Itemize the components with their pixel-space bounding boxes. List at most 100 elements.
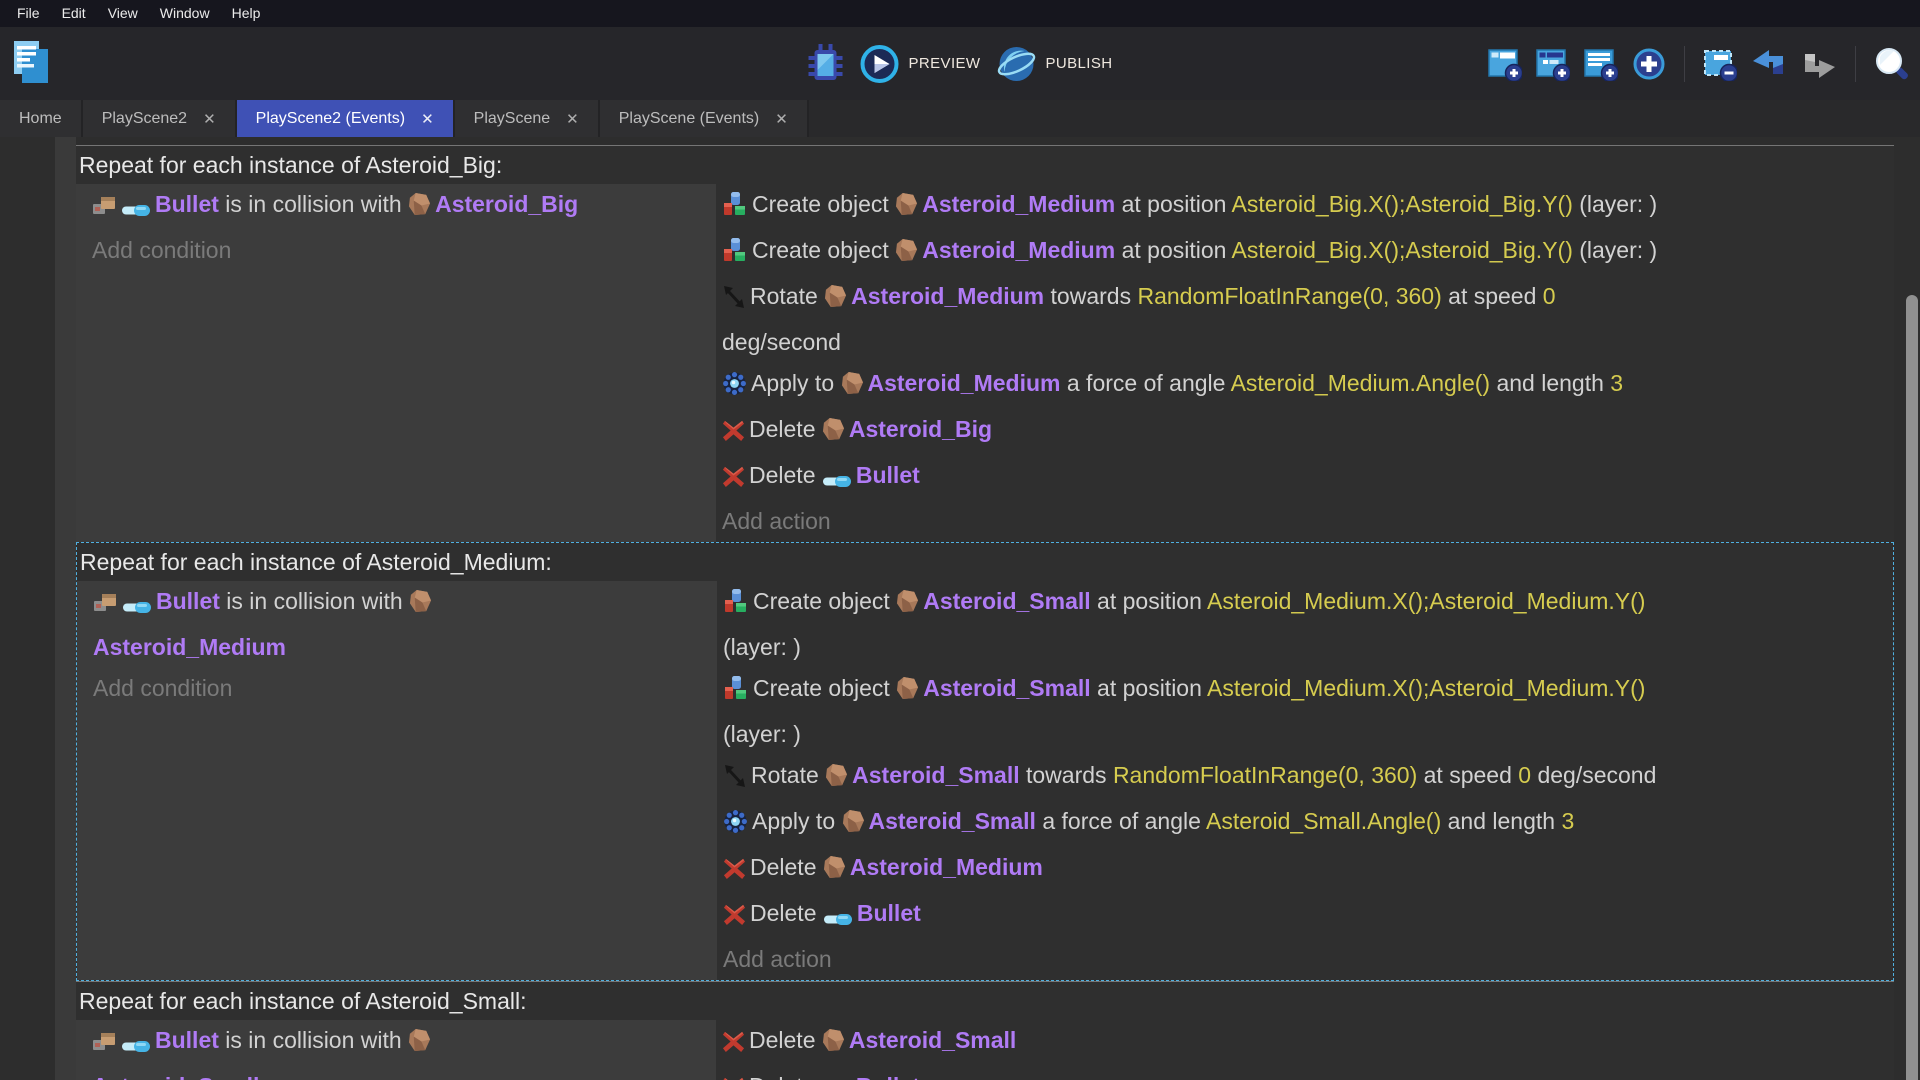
action-row[interactable]: Delete Asteroid_Medium (723, 847, 1893, 893)
asteroid-icon (409, 586, 432, 627)
publish-button[interactable]: PUBLISH (996, 44, 1112, 84)
publish-icon (996, 44, 1036, 84)
tab-playscene[interactable]: PlayScene ✕ (455, 100, 600, 137)
menu-item-file[interactable]: File (6, 0, 51, 27)
action-row[interactable]: Delete Bullet (722, 1066, 1894, 1080)
rotate-icon (722, 281, 746, 322)
tab-playscene2-events[interactable]: PlayScene2 (Events) ✕ (237, 100, 455, 137)
tab-bar: HomePlayScene2✕PlayScene2 (Events)✕PlayS… (0, 100, 1920, 137)
instruction-text: at position (1115, 237, 1231, 263)
event-header[interactable]: Repeat for each instance of Asteroid_Big… (76, 146, 1894, 184)
instruction-text: deg/second (1531, 762, 1656, 788)
object-name: Asteroid_Medium (851, 283, 1044, 309)
action-row[interactable]: Create object Asteroid_Medium at positio… (722, 230, 1894, 276)
expression-text: Asteroid_Big.X();Asteroid_Big.Y() (1232, 237, 1573, 263)
tab-playscene-events[interactable]: PlayScene (Events)✕ (600, 100, 809, 137)
instruction-text: a force of angle (1036, 808, 1206, 834)
actions-column: Create object Asteroid_Small at position… (717, 581, 1893, 980)
choose-event-icon[interactable] (1632, 47, 1666, 81)
event-header[interactable]: Repeat for each instance of Asteroid_Med… (77, 543, 1893, 581)
add-condition-link[interactable]: Add condition (93, 668, 705, 709)
action-row[interactable]: Delete Asteroid_Small (722, 1020, 1894, 1066)
add-action-link[interactable]: Add action (722, 501, 1894, 542)
actions-column: Create object Asteroid_Medium at positio… (716, 184, 1894, 542)
search-icon[interactable] (1874, 46, 1910, 82)
action-row[interactable]: Delete Bullet (723, 893, 1893, 939)
action-row[interactable]: Create object Asteroid_Medium at positio… (722, 184, 1894, 230)
event-header[interactable]: Repeat for each instance of Asteroid_Sma… (76, 982, 1894, 1020)
menu-item-edit[interactable]: Edit (51, 0, 97, 27)
condition-row[interactable]: Bullet is in collision with Asteroid_Big (92, 184, 704, 230)
tab-close-icon[interactable]: ✕ (421, 110, 434, 128)
bullet-icon (121, 1025, 151, 1066)
instruction-text: Apply to (752, 808, 842, 834)
instruction-text: Delete (750, 900, 823, 926)
events-list: Repeat for each instance of Asteroid_Big… (76, 145, 1894, 1080)
condition-row[interactable]: Bullet is in collision with Asteroid_Med… (93, 581, 705, 668)
menu-item-view[interactable]: View (97, 0, 149, 27)
collision-icon (92, 1025, 117, 1066)
asteroid-icon (822, 414, 845, 455)
action-row[interactable]: Rotate Asteroid_Medium towards RandomFlo… (722, 276, 1894, 363)
condition-row[interactable]: Bullet is in collision with Asteroid_Sma… (92, 1020, 704, 1080)
action-row[interactable]: Rotate Asteroid_Small towards RandomFloa… (723, 755, 1893, 801)
add-subevent-icon[interactable] (1536, 47, 1570, 81)
expression-text: 0 (1543, 283, 1556, 309)
action-row[interactable]: Create object Asteroid_Small at position… (723, 668, 1893, 755)
action-row[interactable]: Apply to Asteroid_Small a force of angle… (723, 801, 1893, 847)
add-comment-icon[interactable] (1584, 47, 1618, 81)
event-block-3[interactable]: Repeat for each instance of Asteroid_Sma… (76, 981, 1894, 1080)
asteroid-icon (842, 806, 865, 847)
action-row[interactable]: Create object Asteroid_Small at position… (723, 581, 1893, 668)
events-gutter (55, 137, 76, 1080)
object-name: Bullet (856, 462, 920, 488)
tab-close-icon[interactable]: ✕ (775, 110, 788, 128)
vertical-scrollbar[interactable] (1906, 295, 1918, 1080)
instruction-text: at speed (1417, 762, 1518, 788)
instruction-text: Apply to (751, 370, 841, 396)
object-name: Asteroid_Small (849, 1027, 1016, 1053)
object-name: Asteroid_Medium (868, 370, 1061, 396)
instruction-text: (layer: ) (1573, 237, 1657, 263)
event-block-1[interactable]: Repeat for each instance of Asteroid_Big… (76, 145, 1894, 542)
menu-bar: FileEditViewWindowHelp (0, 0, 1920, 27)
object-name: Asteroid_Small (869, 808, 1036, 834)
add-event-icon[interactable] (1488, 47, 1522, 81)
project-manager-icon[interactable] (12, 40, 50, 84)
asteroid-icon (896, 673, 919, 714)
tab-playscene2[interactable]: PlayScene2✕ (83, 100, 237, 137)
toolbar: PREVIEW PUBLISH (0, 27, 1920, 100)
debugger-icon[interactable] (808, 42, 844, 86)
action-row[interactable]: Apply to Asteroid_Medium a force of angl… (722, 363, 1894, 409)
tab-close-icon[interactable]: ✕ (566, 110, 579, 128)
tab-label: PlayScene (474, 110, 551, 128)
action-row[interactable]: Delete Bullet (722, 455, 1894, 501)
object-name: Asteroid_Medium (922, 191, 1115, 217)
asteroid-icon (408, 189, 431, 230)
menu-item-window[interactable]: Window (149, 0, 221, 27)
instruction-text: is in collision with (219, 191, 408, 217)
instruction-text: is in collision with (220, 588, 409, 614)
add-action-link[interactable]: Add action (723, 939, 1893, 980)
object-name: Bullet (856, 1073, 920, 1080)
tab-close-icon[interactable]: ✕ (203, 110, 216, 128)
collision-icon (93, 586, 118, 627)
action-row[interactable]: Delete Asteroid_Big (722, 409, 1894, 455)
tab-home[interactable]: Home (0, 100, 83, 137)
tab-label: PlayScene2 (Events) (256, 110, 405, 128)
event-block-2[interactable]: Repeat for each instance of Asteroid_Med… (76, 542, 1894, 981)
asteroid-icon (896, 586, 919, 627)
instruction-text: a force of angle (1060, 370, 1230, 396)
object-name: Bullet (155, 1027, 219, 1053)
add-condition-link[interactable]: Add condition (92, 230, 704, 271)
asteroid-icon (825, 760, 848, 801)
object-name: Asteroid_Big (849, 416, 992, 442)
undo-icon[interactable] (1751, 47, 1787, 81)
remove-selection-icon[interactable] (1703, 47, 1737, 81)
expression-text: Asteroid_Medium.Angle() (1231, 370, 1491, 396)
redo-icon[interactable] (1801, 47, 1837, 81)
expression-text: Asteroid_Small.Angle() (1206, 808, 1441, 834)
menu-item-help[interactable]: Help (221, 0, 272, 27)
asteroid-icon (841, 368, 864, 409)
preview-button[interactable]: PREVIEW (860, 44, 981, 84)
